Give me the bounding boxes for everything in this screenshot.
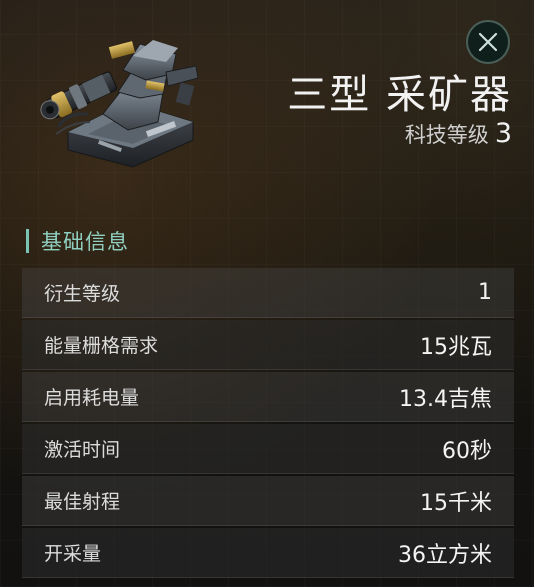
stat-row-optimal-range: 最佳射程 15千米 — [22, 476, 514, 526]
stat-label: 开采量 — [44, 543, 102, 565]
close-button[interactable] — [466, 20, 510, 64]
stat-value: 15千米 — [420, 490, 492, 516]
tech-level-value: 3 — [494, 118, 512, 149]
mining-laser-module-image — [40, 40, 199, 168]
stat-label: 最佳射程 — [44, 491, 121, 513]
stat-row-meta-level: 衍生等级 1 — [22, 268, 514, 318]
stat-value: 13.4吉焦 — [399, 386, 492, 412]
section-header-basic-info: 基础信息 — [26, 226, 129, 256]
stat-label: 启用耗电量 — [44, 387, 140, 409]
close-icon — [478, 32, 498, 52]
tech-level-label: 科技等级 — [404, 123, 489, 147]
stat-value: 60秒 — [442, 438, 492, 464]
item-title: 三型 采矿器 — [287, 72, 512, 118]
section-title: 基础信息 — [41, 230, 129, 254]
tech-level: 科技等级 3 — [405, 118, 512, 149]
stat-row-powergrid: 能量栅格需求 15兆瓦 — [22, 320, 514, 370]
stat-label: 激活时间 — [44, 439, 121, 461]
stat-row-activation-cost: 启用耗电量 13.4吉焦 — [22, 372, 514, 422]
stat-row-activation-time: 激活时间 60秒 — [22, 424, 514, 474]
stat-label: 能量栅格需求 — [44, 335, 159, 357]
stat-value: 15兆瓦 — [420, 334, 492, 360]
stat-value: 1 — [478, 280, 492, 305]
stats-table: 衍生等级 1 能量栅格需求 15兆瓦 启用耗电量 13.4吉焦 激活时间 60秒… — [22, 268, 514, 580]
section-accent-bar — [26, 229, 29, 253]
stat-row-mining-yield: 开采量 36立方米 — [22, 528, 514, 578]
stat-value: 36立方米 — [398, 542, 492, 568]
stat-label: 衍生等级 — [44, 283, 121, 305]
